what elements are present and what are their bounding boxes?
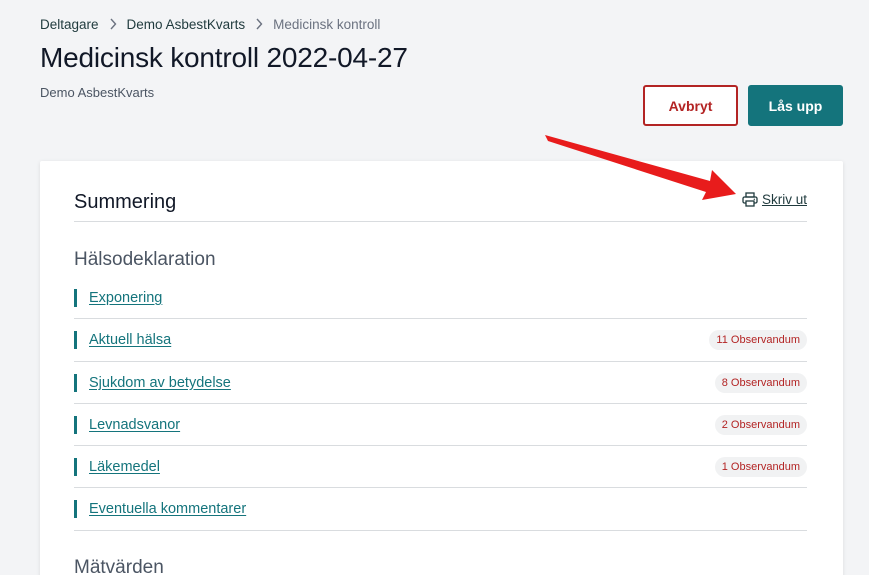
- item-accent-bar: [74, 458, 77, 477]
- page: Deltagare Demo AsbestKvarts Medicinsk ko…: [0, 0, 869, 575]
- item-accent-bar: [74, 415, 77, 434]
- summary-item-lifestyle: Levnadsvanor 2 Observandum: [74, 404, 807, 447]
- summary-item-exposure: Exponering: [74, 277, 807, 320]
- summary-item-current-health: Aktuell hälsa 11 Observandum: [74, 319, 807, 362]
- cancel-button[interactable]: Avbryt: [643, 85, 738, 126]
- summary-item-link[interactable]: Exponering: [89, 290, 162, 306]
- section-heading-measurements: Mätvärden: [74, 557, 164, 575]
- chevron-right-icon: [99, 16, 127, 32]
- summary-item-comments: Eventuella kommentarer: [74, 488, 807, 531]
- summary-item-link[interactable]: Aktuell hälsa: [89, 332, 171, 348]
- summary-item-significant-disease: Sjukdom av betydelse 8 Observandum: [74, 362, 807, 404]
- summary-item-link[interactable]: Levnadsvanor: [89, 417, 180, 433]
- breadcrumb-link-participant[interactable]: Demo AsbestKvarts: [127, 17, 246, 32]
- summary-item-link[interactable]: Eventuella kommentarer: [89, 501, 246, 517]
- print-label: Skriv ut: [761, 192, 807, 207]
- item-accent-bar: [74, 500, 77, 519]
- item-accent-bar: [74, 331, 77, 350]
- summary-item-link[interactable]: Sjukdom av betydelse: [89, 375, 231, 391]
- summary-card: Summering Skriv ut Hälsodeklaration Expo…: [40, 161, 843, 575]
- summary-item-link[interactable]: Läkemedel: [89, 459, 160, 475]
- summary-header: Summering Skriv ut: [74, 187, 807, 222]
- observandum-badge: 8 Observandum: [714, 372, 807, 393]
- item-accent-bar: [74, 289, 77, 307]
- breadcrumb: Deltagare Demo AsbestKvarts Medicinsk ko…: [40, 16, 380, 32]
- item-accent-bar: [74, 373, 77, 392]
- section-heading-health-declaration: Hälsodeklaration: [74, 249, 216, 270]
- page-subtitle: Demo AsbestKvarts: [40, 85, 155, 100]
- breadcrumb-link-deltagare[interactable]: Deltagare: [40, 17, 99, 32]
- chevron-right-icon: [245, 16, 273, 32]
- summary-title: Summering: [74, 191, 177, 213]
- summary-item-list: Exponering Aktuell hälsa 11 Observandum …: [74, 277, 807, 531]
- observandum-badge: 1 Observandum: [714, 457, 807, 478]
- print-link[interactable]: Skriv ut: [742, 192, 807, 207]
- breadcrumb-current: Medicinsk kontroll: [273, 16, 381, 32]
- unlock-button[interactable]: Lås upp: [748, 85, 843, 126]
- printer-icon: [742, 192, 758, 207]
- observandum-badge: 2 Observandum: [714, 414, 807, 435]
- summary-item-medication: Läkemedel 1 Observandum: [74, 446, 807, 489]
- page-title: Medicinsk kontroll 2022-04-27: [40, 42, 408, 73]
- observandum-badge: 11 Observandum: [709, 330, 807, 351]
